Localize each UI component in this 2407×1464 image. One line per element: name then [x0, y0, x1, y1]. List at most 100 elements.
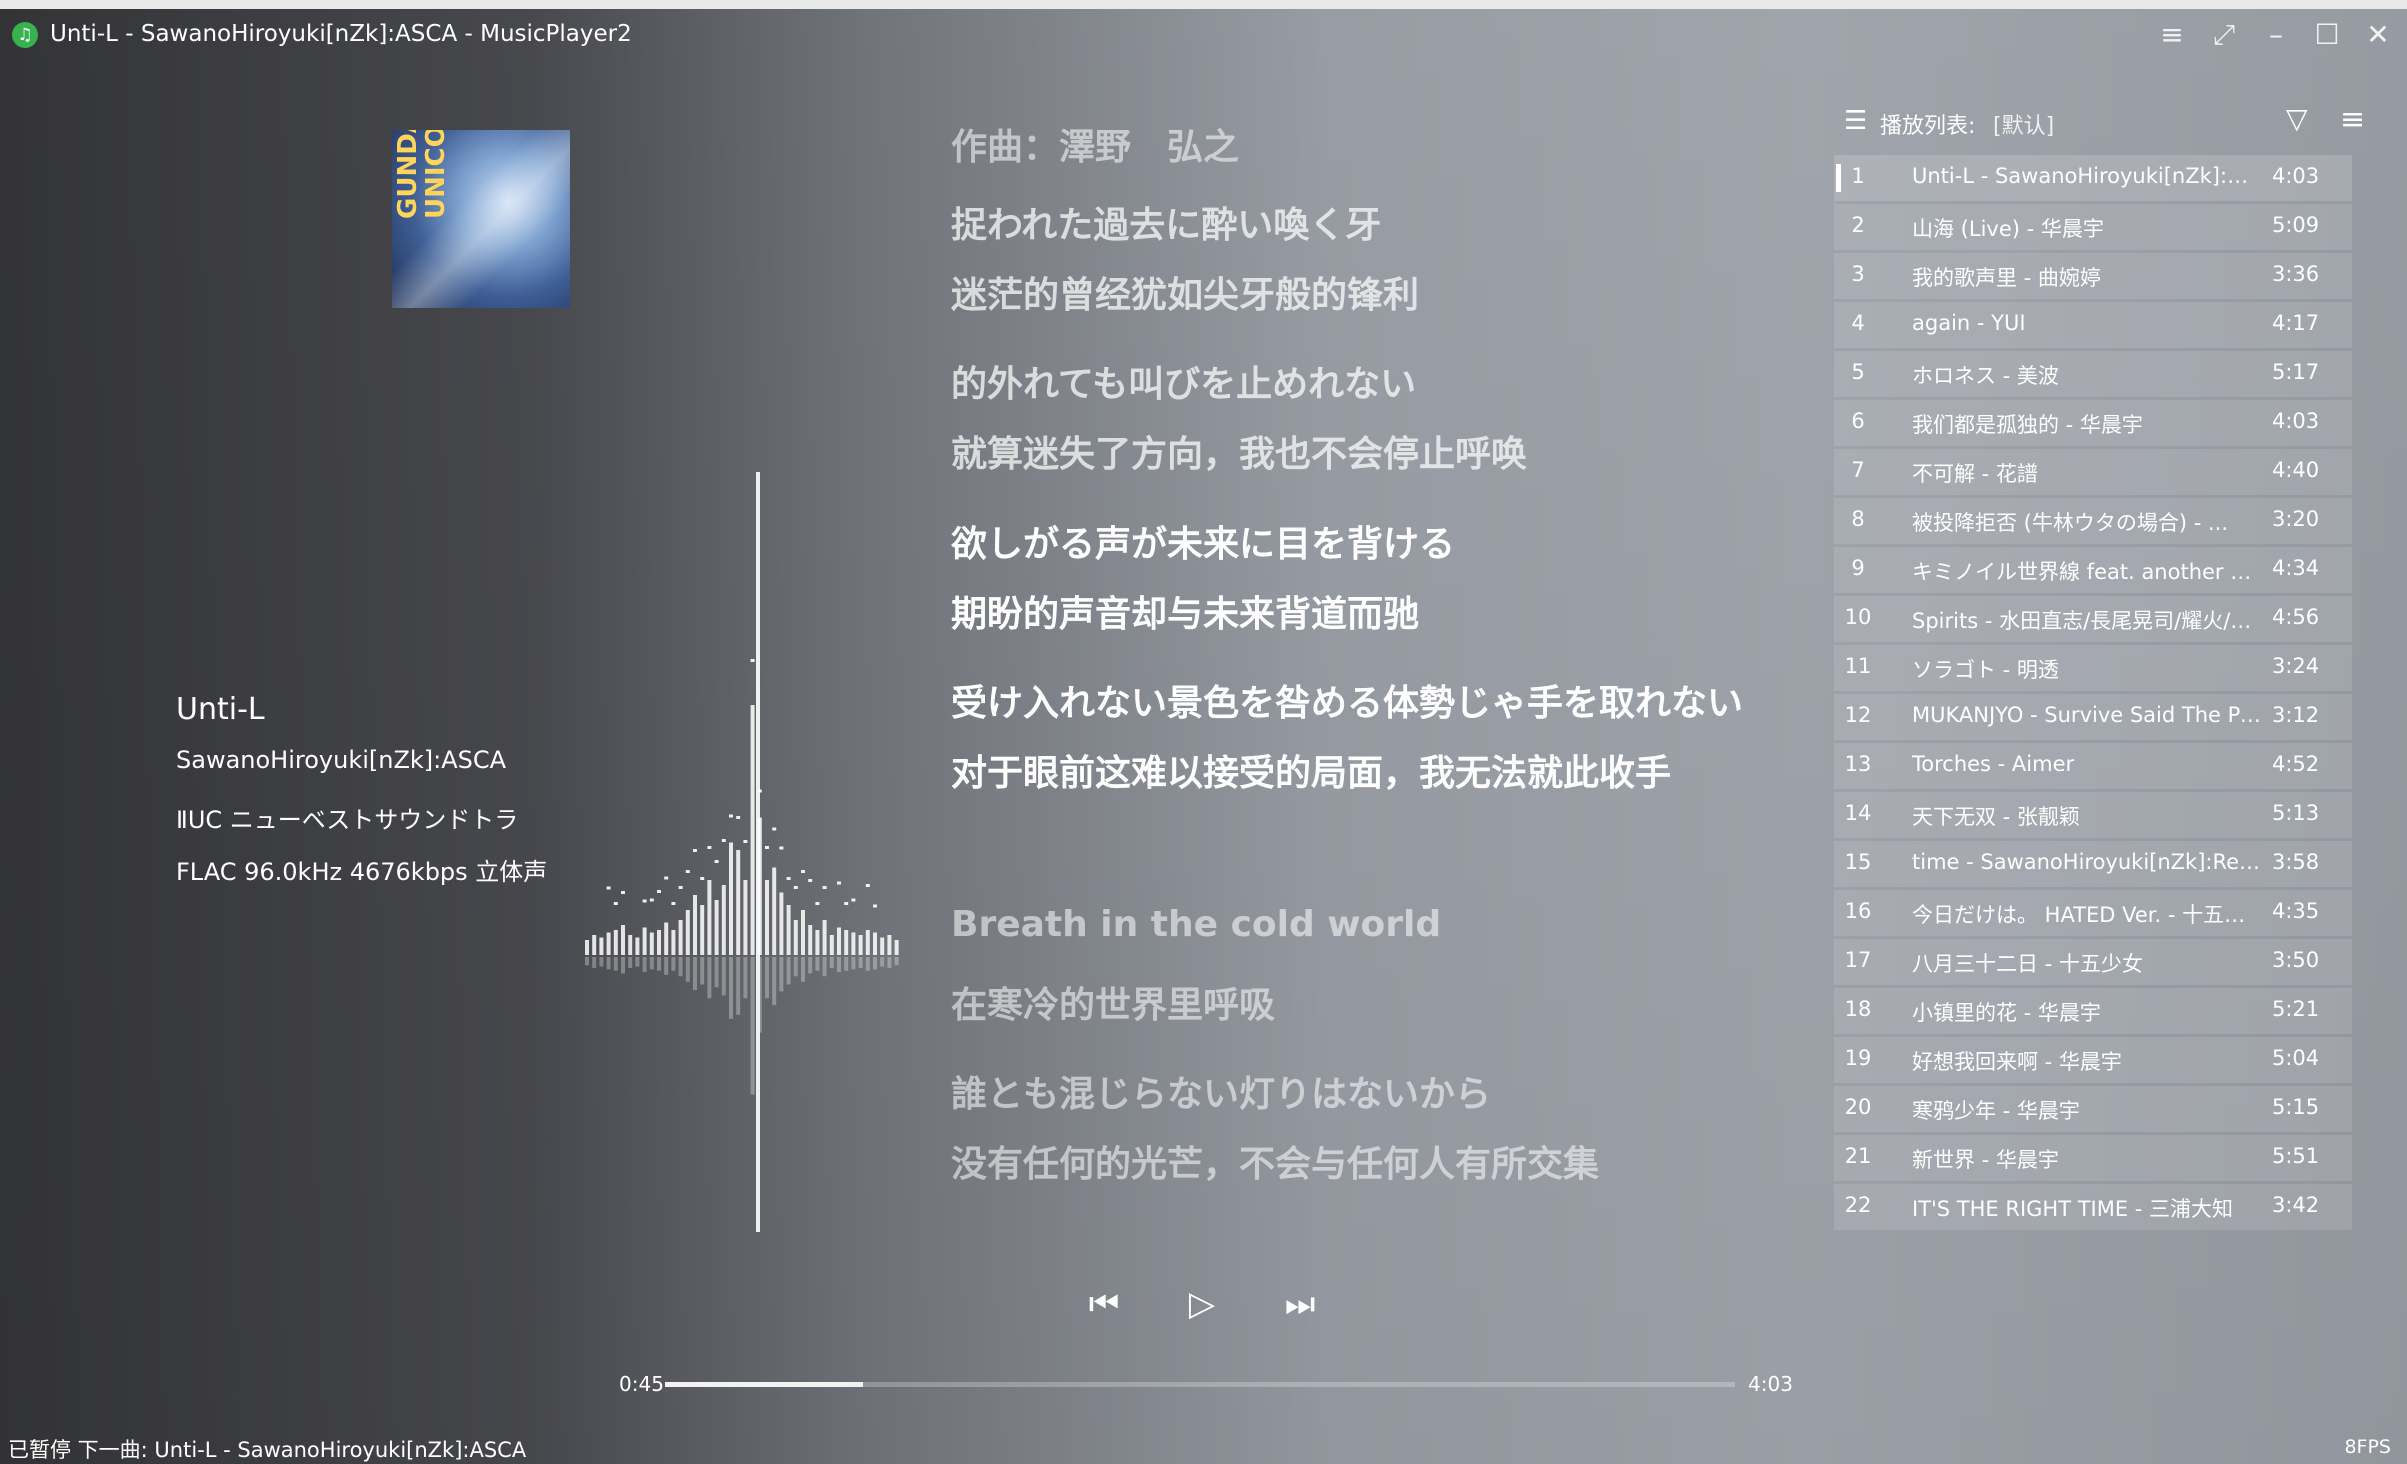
spectrum-reflection [585, 957, 589, 966]
window-top-edge [0, 0, 2407, 9]
spectrum-reflection [808, 957, 813, 974]
spectrum-peak [765, 846, 769, 849]
song-title: Unti-L [176, 692, 265, 727]
spectrum-bar [880, 937, 885, 955]
spectrum-bar [801, 910, 805, 955]
previous-track-icon[interactable]: ⏮ [1080, 1280, 1128, 1328]
spectrum-peak [808, 879, 813, 882]
spectrum-bar [837, 927, 841, 955]
spectrum-reflection [894, 957, 899, 966]
spectrum-reflection [887, 957, 892, 968]
playlist-item-title: ホロネス - 美波 [1912, 364, 2059, 388]
playlist-item[interactable]: 5 ホロネス - 美波 5:17 [1834, 351, 2352, 397]
spectrum-reflection [865, 957, 870, 971]
playlist-item[interactable]: 19 好想我回来啊 - 华晨宇 5:04 [1834, 1037, 2352, 1083]
spectrum-peak [721, 839, 726, 842]
spectrum-reflection [765, 957, 769, 999]
menu-icon[interactable]: ≡ [2150, 15, 2194, 55]
playlist-item[interactable]: 13 Torches - Aimer 4:52 [1834, 743, 2352, 789]
spectrum-bar [592, 935, 597, 955]
playlist-item[interactable]: 21 新世界 - 华晨宇 5:51 [1834, 1135, 2352, 1181]
playlist-item[interactable]: 10 Spirits - 水田直志/長尾晃司/耀火/K... 4:56 [1834, 596, 2352, 642]
playlist-item[interactable]: 18 小镇里的花 - 华晨宇 5:21 [1834, 988, 2352, 1034]
playlist-item-number: 12 [1844, 703, 1872, 727]
playlist-item-duration: 4:03 [2272, 164, 2320, 188]
playlist-item-title: Unti-L - SawanoHiroyuki[nZk]:AS... [1912, 164, 2262, 188]
spectrum-peak [793, 886, 798, 889]
spectrum-reflection [786, 957, 791, 985]
playlist-item[interactable]: 12 MUKANJYO - Survive Said The Pr... 3:12 [1834, 694, 2352, 740]
spectrum-bar [894, 940, 899, 955]
spectrum-bar [721, 885, 726, 955]
playlist-item-duration: 4:03 [2272, 409, 2320, 433]
spectrum-bar [700, 905, 705, 955]
playlist-item-duration: 3:58 [2272, 850, 2320, 874]
playlist-item-title: MUKANJYO - Survive Said The Pr... [1912, 703, 2262, 727]
play-icon[interactable]: ▷ [1178, 1280, 1226, 1328]
spectrum-bar [765, 880, 769, 955]
playlist-item[interactable]: 22 IT'S THE RIGHT TIME - 三浦大知 3:42 [1834, 1184, 2352, 1230]
spectrum-peak [750, 659, 755, 662]
spectrum-peak [873, 904, 877, 908]
playlist-item[interactable]: 17 八月三十二日 - 十五少女 3:50 [1834, 939, 2352, 985]
fps-counter: 8FPS [2344, 1436, 2391, 1458]
spectrum-peak [678, 886, 683, 889]
spectrum-bar [858, 935, 863, 955]
playlist-item-title: 不可解 - 花譜 [1912, 462, 2038, 486]
spectrum-peak [837, 881, 841, 885]
spectrum-bar [585, 940, 589, 955]
playlist-item[interactable]: 4 again - YUI 4:17 [1834, 302, 2352, 348]
playlist-item[interactable]: 9 キミノイル世界線 feat. another an... 4:34 [1834, 547, 2352, 593]
playlist-item[interactable]: 14 天下无双 - 张靓颖 5:13 [1834, 792, 2352, 838]
next-track-icon[interactable]: ⏭ [1276, 1280, 1324, 1328]
playlist-item[interactable]: 2 山海 (Live) - 华晨宇 5:09 [1834, 204, 2352, 250]
playlist-name[interactable]: [默认] [1993, 108, 2054, 140]
spectrum-bar [664, 922, 669, 955]
progress-bar[interactable] [665, 1382, 1735, 1387]
playlist-item[interactable]: 16 今日だけは。 HATED Ver. - 十五少女 4:35 [1834, 890, 2352, 936]
spectrum-peak [801, 870, 805, 873]
playlist-item[interactable]: 20 寒鸦少年 - 华晨宇 5:15 [1834, 1086, 2352, 1132]
playlist-menu-icon[interactable]: ≡ [2340, 102, 2365, 137]
mini-mode-icon[interactable]: ⤢ [2202, 15, 2246, 55]
spectrum-bar [779, 892, 784, 955]
spectrum-peak [822, 886, 827, 889]
spectrum-reflection [635, 957, 640, 967]
spectrum-peak [664, 876, 669, 880]
spectrum-bar [613, 930, 618, 955]
progress-fill [665, 1382, 864, 1387]
playlist-item-number: 18 [1844, 997, 1872, 1021]
spectrum-reflection [873, 957, 877, 970]
maximize-icon[interactable]: ☐ [2305, 15, 2349, 55]
spectrum-bar [729, 842, 733, 955]
playlist-item[interactable]: 7 不可解 - 花譜 4:40 [1834, 449, 2352, 495]
playlist-item[interactable]: 3 我的歌声里 - 曲婉婷 3:36 [1834, 253, 2352, 299]
playlist-item-duration: 4:17 [2272, 311, 2320, 335]
lyric-line: 捉われた過去に酔い喚く牙 [951, 205, 1382, 246]
spectrum-bar [657, 930, 661, 955]
spectrum-bar [772, 867, 777, 955]
spectrum-bar [873, 932, 877, 955]
chevron-down-icon[interactable]: ▽ [2286, 102, 2308, 135]
playlist-item[interactable]: 6 我们都是孤独的 - 华晨宇 4:03 [1834, 400, 2352, 446]
playlist-item[interactable]: 15 time - SawanoHiroyuki[nZk]:Reo... 3:58 [1834, 841, 2352, 887]
playlist-item-title: 我们都是孤独的 - 华晨宇 [1912, 413, 2143, 437]
playlist-label: 播放列表: [1880, 114, 1976, 139]
lyric-line: 受け入れない景色を咎める体勢じゃ手を取れない [951, 683, 1744, 724]
playlist-item-number: 5 [1851, 360, 1865, 384]
spectrum-bar [808, 925, 813, 955]
playlist-item-title: 新世界 - 华晨宇 [1912, 1148, 2059, 1172]
playlist-item[interactable]: 8 被投降拒否 (牛林ウタの場合) - ... 3:20 [1834, 498, 2352, 544]
spectrum-bar [822, 920, 827, 955]
spectrum-bar [844, 930, 849, 955]
spectrum-bar [829, 935, 834, 955]
minimize-icon[interactable]: – [2254, 15, 2298, 55]
spectrum-peak [844, 902, 849, 905]
spectrum-reflection [851, 957, 856, 970]
playlist-item-duration: 3:24 [2272, 654, 2320, 678]
playlist-item[interactable]: 11 ソラゴト - 明透 3:24 [1834, 645, 2352, 691]
playlist-item[interactable]: 1 Unti-L - SawanoHiroyuki[nZk]:AS... 4:03 [1834, 155, 2352, 201]
close-icon[interactable]: ✕ [2356, 15, 2400, 55]
spectrum-peak [736, 816, 741, 819]
album-cover[interactable]: GUNDAM UNICORN [392, 130, 570, 308]
